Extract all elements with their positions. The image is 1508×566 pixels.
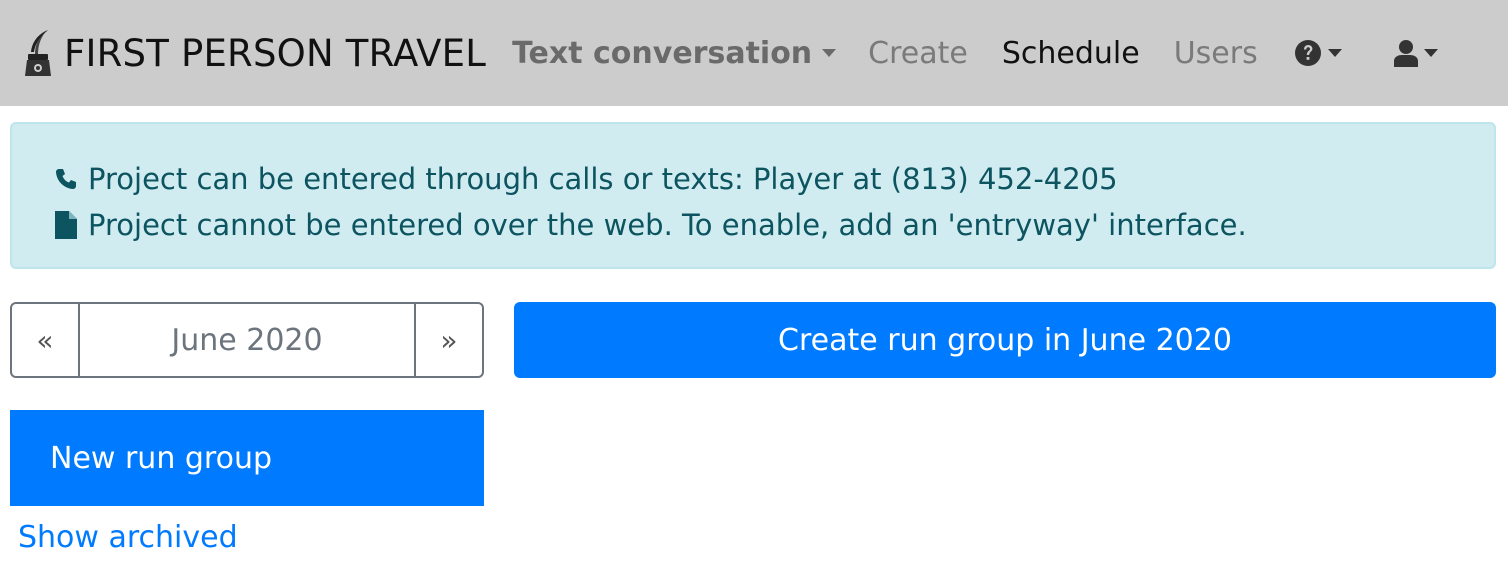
- question-circle-icon: [1294, 40, 1321, 66]
- next-month-button[interactable]: »: [414, 304, 482, 376]
- nav-users-link[interactable]: Users: [1174, 36, 1258, 71]
- top-navbar: FIRST PERSON TRAVEL Text conversation Cr…: [0, 0, 1508, 106]
- alert-web-text: Project cannot be entered over the web. …: [88, 208, 1247, 242]
- user-icon: [1393, 40, 1418, 67]
- month-navigator: « June 2020 »: [10, 302, 484, 378]
- brand[interactable]: FIRST PERSON TRAVEL: [24, 28, 486, 78]
- user-dropdown[interactable]: [1393, 39, 1438, 67]
- phone-icon: [52, 167, 80, 191]
- previous-month-button[interactable]: «: [12, 304, 80, 376]
- project-dropdown-label: Text conversation: [512, 35, 813, 71]
- nav-schedule-link[interactable]: Schedule: [1002, 36, 1140, 71]
- chevron-down-icon: [822, 49, 837, 57]
- create-run-group-button[interactable]: Create run group in June 2020: [514, 302, 1496, 378]
- alert-phone-line: Project can be entered through calls or …: [52, 156, 1494, 202]
- show-archived-link[interactable]: Show archived: [18, 520, 238, 555]
- help-dropdown[interactable]: [1294, 39, 1342, 67]
- chevron-down-icon: [1423, 49, 1438, 57]
- project-info-alert: Project can be entered through calls or …: [10, 122, 1496, 269]
- quill-logo-icon: [25, 30, 51, 76]
- run-group-list-item[interactable]: New run group: [10, 410, 484, 506]
- nav-create-link[interactable]: Create: [868, 36, 968, 71]
- brand-title: FIRST PERSON TRAVEL: [64, 31, 487, 75]
- chevron-down-icon: [1327, 49, 1342, 57]
- project-dropdown[interactable]: Text conversation: [512, 35, 837, 71]
- file-icon: [52, 211, 80, 239]
- alert-phone-text: Project can be entered through calls or …: [88, 162, 1118, 196]
- alert-web-line: Project cannot be entered over the web. …: [52, 202, 1494, 248]
- current-month-label: June 2020: [171, 322, 323, 358]
